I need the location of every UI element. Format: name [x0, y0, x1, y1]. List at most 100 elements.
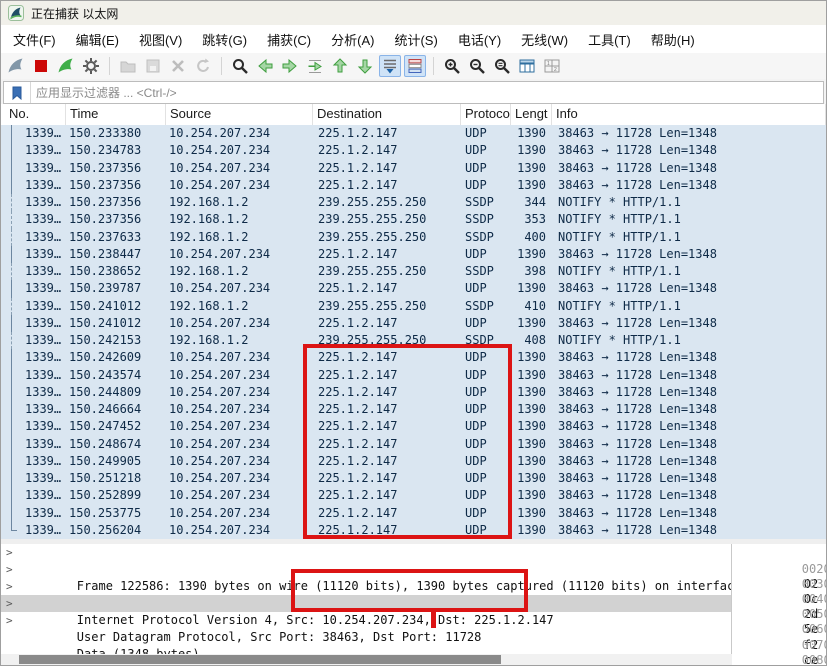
- packet-number: 1339…: [1, 125, 66, 142]
- hex-row[interactable]: 0020 02 93: [733, 547, 826, 562]
- menu-item[interactable]: 编辑(E): [66, 25, 129, 54]
- find-packet-icon[interactable]: [229, 55, 251, 77]
- table-row[interactable]: 1339… 150.241012 10.254.207.234 225.1.2.…: [1, 315, 826, 332]
- menu-item[interactable]: 无线(W): [511, 25, 578, 54]
- reload-file-icon[interactable]: [192, 55, 214, 77]
- packet-protocol: UDP: [461, 280, 511, 297]
- packet-time: 150.237633: [66, 229, 166, 246]
- go-up-icon[interactable]: [329, 55, 351, 77]
- column-header-length[interactable]: Lengt: [511, 104, 552, 125]
- scrollbar-thumb[interactable]: [19, 655, 501, 664]
- go-back-icon[interactable]: [254, 55, 276, 77]
- stop-capture-icon[interactable]: [30, 55, 52, 77]
- hex-bytes-pane: 0020 02 93 0030 0c b1 0040 2d c8 0050 5e…: [733, 544, 826, 665]
- menu-item[interactable]: 跳转(G): [192, 25, 257, 54]
- packet-info: NOTIFY * HTTP/1.1: [552, 332, 826, 349]
- related-packet-line: [11, 298, 17, 315]
- packet-length: 353: [511, 211, 552, 228]
- display-filter-input[interactable]: [31, 86, 823, 100]
- packet-number: 1339…: [1, 263, 66, 280]
- table-row[interactable]: 1339… 150.237356 192.168.1.2 239.255.255…: [1, 211, 826, 228]
- packet-time: 150.241012: [66, 315, 166, 332]
- packet-info: 38463 → 11728 Len=1348: [552, 315, 826, 332]
- packet-source: 10.254.207.234: [166, 315, 313, 332]
- capture-options-icon[interactable]: [80, 55, 102, 77]
- table-row[interactable]: 1339… 150.241012 192.168.1.2 239.255.255…: [1, 298, 826, 315]
- related-packet-line: [11, 142, 17, 159]
- packet-source: 10.254.207.234: [166, 246, 313, 263]
- close-file-icon[interactable]: [167, 55, 189, 77]
- go-down-icon[interactable]: [354, 55, 376, 77]
- toolbar-separator: [109, 57, 110, 75]
- packet-length: 1390: [511, 453, 552, 470]
- go-to-packet-icon[interactable]: [304, 55, 326, 77]
- menu-item[interactable]: 视图(V): [129, 25, 192, 54]
- hex-offset: 0070: [791, 638, 826, 652]
- expander-icon[interactable]: >: [6, 595, 13, 612]
- packet-number: 1339…: [1, 436, 66, 453]
- packet-number: 1339…: [1, 332, 66, 349]
- table-row[interactable]: 1339… 150.234783 10.254.207.234 225.1.2.…: [1, 142, 826, 159]
- packet-length: 1390: [511, 349, 552, 366]
- menu-item[interactable]: 工具(T): [578, 25, 641, 54]
- horizontal-scrollbar[interactable]: [1, 654, 732, 665]
- expander-icon[interactable]: >: [6, 544, 13, 561]
- table-row[interactable]: 1339… 150.238447 10.254.207.234 225.1.2.…: [1, 246, 826, 263]
- table-row[interactable]: 1339… 150.233380 10.254.207.234 225.1.2.…: [1, 125, 826, 142]
- packet-number: 1339…: [1, 298, 66, 315]
- start-capture-icon[interactable]: [5, 55, 27, 77]
- table-row[interactable]: 1339… 150.237356 192.168.1.2 239.255.255…: [1, 194, 826, 211]
- detail-tree-line[interactable]: > Data (1348 bytes): [1, 612, 731, 629]
- layout-panes-icon[interactable]: 12: [541, 55, 563, 77]
- menu-item[interactable]: 统计(S): [384, 25, 447, 54]
- column-header-source[interactable]: Source: [166, 104, 313, 125]
- packet-info: 38463 → 11728 Len=1348: [552, 246, 826, 263]
- zoom-in-icon[interactable]: [441, 55, 463, 77]
- related-packet-line: [11, 384, 17, 401]
- packet-source: 192.168.1.2: [166, 263, 313, 280]
- column-header-destination[interactable]: Destination: [313, 104, 461, 125]
- table-row[interactable]: 1339… 150.237633 192.168.1.2 239.255.255…: [1, 229, 826, 246]
- column-header-no[interactable]: No.: [1, 104, 66, 125]
- column-header-info[interactable]: Info: [552, 104, 826, 125]
- packet-time: 150.251218: [66, 470, 166, 487]
- table-row[interactable]: 1339… 150.239787 10.254.207.234 225.1.2.…: [1, 280, 826, 297]
- column-header-protocol[interactable]: Protoco: [461, 104, 511, 125]
- packet-number: 1339…: [1, 401, 66, 418]
- zoom-out-icon[interactable]: [466, 55, 488, 77]
- resize-columns-icon[interactable]: [516, 55, 538, 77]
- menu-item[interactable]: 电话(Y): [448, 25, 511, 54]
- expander-icon[interactable]: >: [6, 578, 13, 595]
- menu-item[interactable]: 分析(A): [321, 25, 384, 54]
- go-forward-icon[interactable]: [279, 55, 301, 77]
- table-row[interactable]: 1339… 150.237356 10.254.207.234 225.1.2.…: [1, 177, 826, 194]
- expander-icon[interactable]: >: [6, 612, 13, 629]
- zoom-original-icon[interactable]: [491, 55, 513, 77]
- open-file-icon[interactable]: [117, 55, 139, 77]
- related-packet-line: [11, 229, 17, 246]
- menu-item[interactable]: 文件(F): [3, 25, 66, 54]
- table-row[interactable]: 1339… 150.238652 192.168.1.2 239.255.255…: [1, 263, 826, 280]
- packet-time: 150.237356: [66, 194, 166, 211]
- window-title: 正在捕获 以太网: [31, 5, 118, 22]
- auto-scroll-icon[interactable]: [379, 55, 401, 77]
- colorize-icon[interactable]: [404, 55, 426, 77]
- packet-info: 38463 → 11728 Len=1348: [552, 125, 826, 142]
- packet-number: 1339…: [1, 367, 66, 384]
- menu-item[interactable]: 帮助(H): [641, 25, 705, 54]
- packet-info: 38463 → 11728 Len=1348: [552, 349, 826, 366]
- packet-source: 10.254.207.234: [166, 487, 313, 504]
- menu-item[interactable]: 捕获(C): [257, 25, 321, 54]
- bookmark-icon[interactable]: [4, 82, 31, 103]
- expander-icon[interactable]: >: [6, 561, 13, 578]
- table-row[interactable]: 1339… 150.237356 10.254.207.234 225.1.2.…: [1, 160, 826, 177]
- detail-tree-line[interactable]: > Frame 122586: 1390 bytes on wire (1112…: [1, 544, 731, 561]
- wireshark-window: 正在捕获 以太网 文件(F) 编辑(E) 视图(V) 跳转(G) 捕获(C) 分…: [0, 0, 827, 666]
- related-packet-line: [11, 194, 17, 211]
- packet-info: 38463 → 11728 Len=1348: [552, 470, 826, 487]
- packet-source: 192.168.1.2: [166, 211, 313, 228]
- column-header-time[interactable]: Time: [66, 104, 166, 125]
- packet-source: 10.254.207.234: [166, 401, 313, 418]
- save-file-icon[interactable]: [142, 55, 164, 77]
- restart-capture-icon[interactable]: [55, 55, 77, 77]
